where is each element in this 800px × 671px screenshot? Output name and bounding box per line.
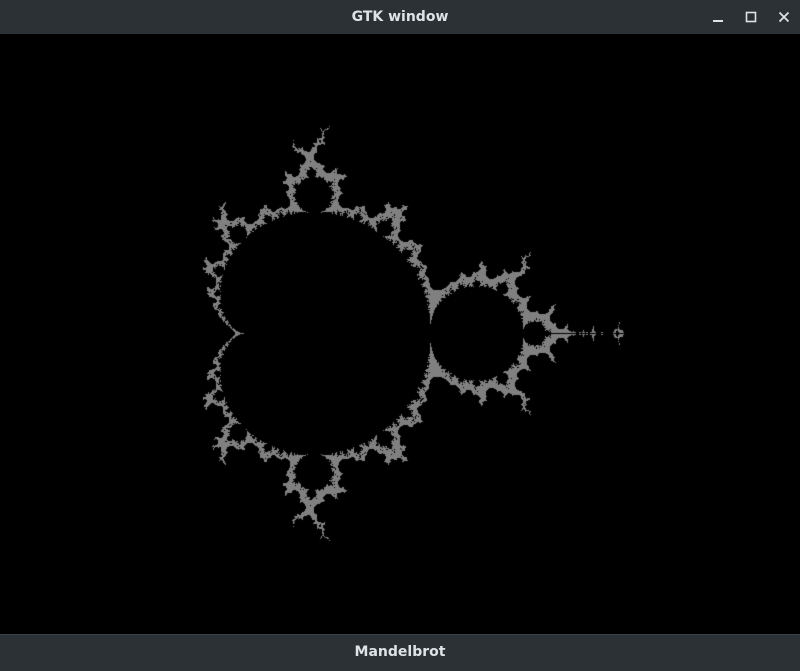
maximize-button[interactable] <box>734 0 767 34</box>
bottom-bar: Mandelbrot <box>0 634 800 671</box>
maximize-icon <box>745 11 757 23</box>
mandelbrot-canvas <box>0 34 800 634</box>
titlebar[interactable]: GTK window <box>0 0 800 34</box>
close-button[interactable] <box>767 0 800 34</box>
mandelbrot-button[interactable]: Mandelbrot <box>0 635 800 671</box>
window-title: GTK window <box>351 9 449 25</box>
close-icon <box>778 11 790 23</box>
gtk-window: GTK window Mandelbrot <box>0 0 800 671</box>
minimize-button[interactable] <box>701 0 734 34</box>
drawing-area[interactable] <box>0 34 800 634</box>
minimize-icon <box>712 11 724 23</box>
window-controls <box>701 0 800 34</box>
